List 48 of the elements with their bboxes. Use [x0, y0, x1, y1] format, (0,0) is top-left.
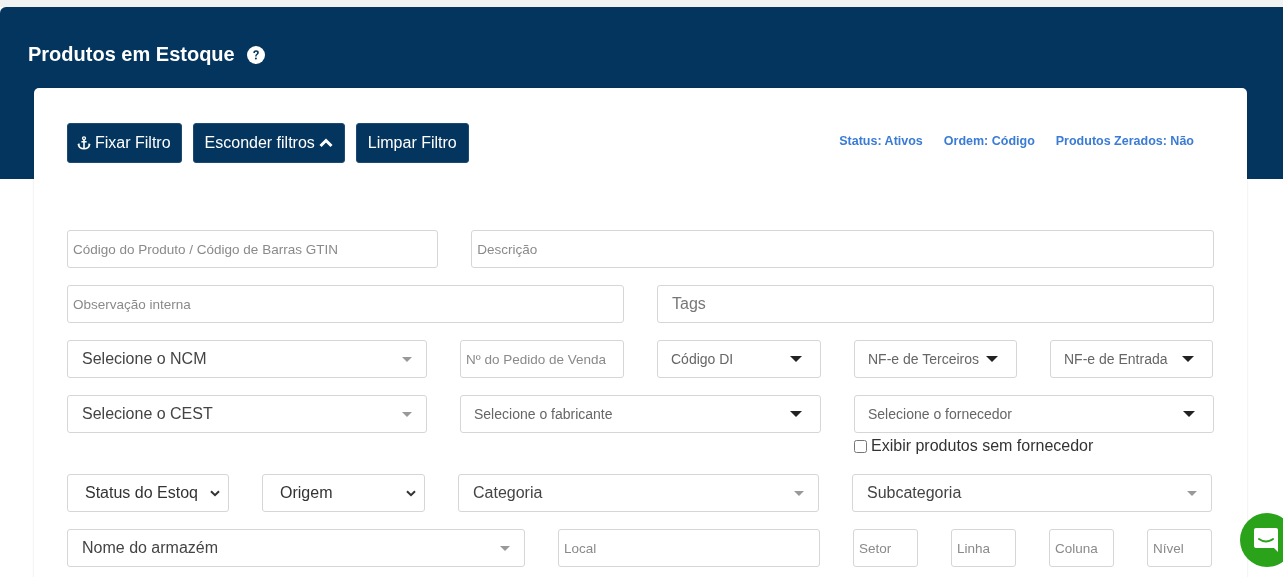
checkbox[interactable]	[854, 439, 867, 453]
caret-down-icon	[790, 411, 802, 417]
input-field[interactable]: Nº do Pedido de Venda	[460, 340, 624, 378]
caret-down-icon	[402, 411, 412, 417]
input-field[interactable]: Setor	[853, 529, 918, 567]
filter-summary-link[interactable]: Produtos Zerados: Não	[1055, 134, 1194, 148]
caret-down-icon	[986, 356, 998, 362]
select-field[interactable]: Subcategoria	[852, 474, 1212, 512]
filter-summary-link[interactable]: Ordem: Código	[943, 134, 1035, 148]
chat-button[interactable]	[1240, 513, 1283, 567]
input-field[interactable]: Local	[558, 529, 820, 567]
select-field[interactable]: Nome do armazém	[67, 529, 525, 567]
input-field[interactable]: Nível	[1147, 529, 1212, 567]
caret-down-icon	[1187, 490, 1197, 496]
tags-field[interactable]: Tags	[657, 285, 1214, 323]
select-field[interactable]: Origem	[262, 474, 425, 512]
dropdown-field[interactable]: NF-e de Terceiros	[854, 340, 1017, 378]
caret-down-icon	[402, 356, 412, 362]
dropdown-field[interactable]: Código DI	[657, 340, 821, 378]
caret-down-icon	[790, 356, 802, 362]
select-field[interactable]: Categoria	[458, 474, 819, 512]
input-field[interactable]: Coluna	[1049, 529, 1114, 567]
help-icon[interactable]	[246, 45, 265, 64]
toolbar-button[interactable]: Limpar Filtro	[355, 123, 469, 163]
dropdown-field[interactable]: Selecione o fornecedor	[854, 395, 1214, 433]
caret-down-icon	[1183, 411, 1195, 417]
select-field[interactable]: Selecione o CEST	[67, 395, 427, 433]
toolbar-button[interactable]: Fixar Filtro	[67, 123, 182, 163]
input-field[interactable]: Descrição	[471, 230, 1214, 268]
page-title: Produtos em Estoque	[28, 43, 235, 66]
checkbox-label: Exibir produtos sem fornecedor	[871, 437, 1094, 455]
caret-down-icon	[1182, 356, 1194, 362]
caret-down-icon	[500, 545, 510, 551]
dropdown-field[interactable]: NF-e de Entrada	[1050, 340, 1213, 378]
chevron-down-icon	[210, 489, 220, 497]
chevron-down-icon	[406, 489, 416, 497]
select-field[interactable]: Selecione o NCM	[67, 340, 427, 378]
dropdown-field[interactable]: Selecione o fabricante	[460, 395, 821, 433]
toolbar-button[interactable]: Esconder filtros	[192, 123, 345, 163]
filter-summary-link[interactable]: Status: Ativos	[839, 134, 923, 148]
caret-down-icon	[794, 490, 804, 496]
input-field[interactable]: Linha	[951, 529, 1016, 567]
chat-icon	[1254, 528, 1278, 552]
select-field[interactable]: Status do Estoq	[67, 474, 229, 512]
input-field[interactable]: Observação interna	[67, 285, 624, 323]
input-field[interactable]: Código do Produto / Código de Barras GTIN	[67, 230, 439, 268]
chevron-up-icon	[318, 138, 333, 148]
anchor-icon	[77, 136, 91, 150]
